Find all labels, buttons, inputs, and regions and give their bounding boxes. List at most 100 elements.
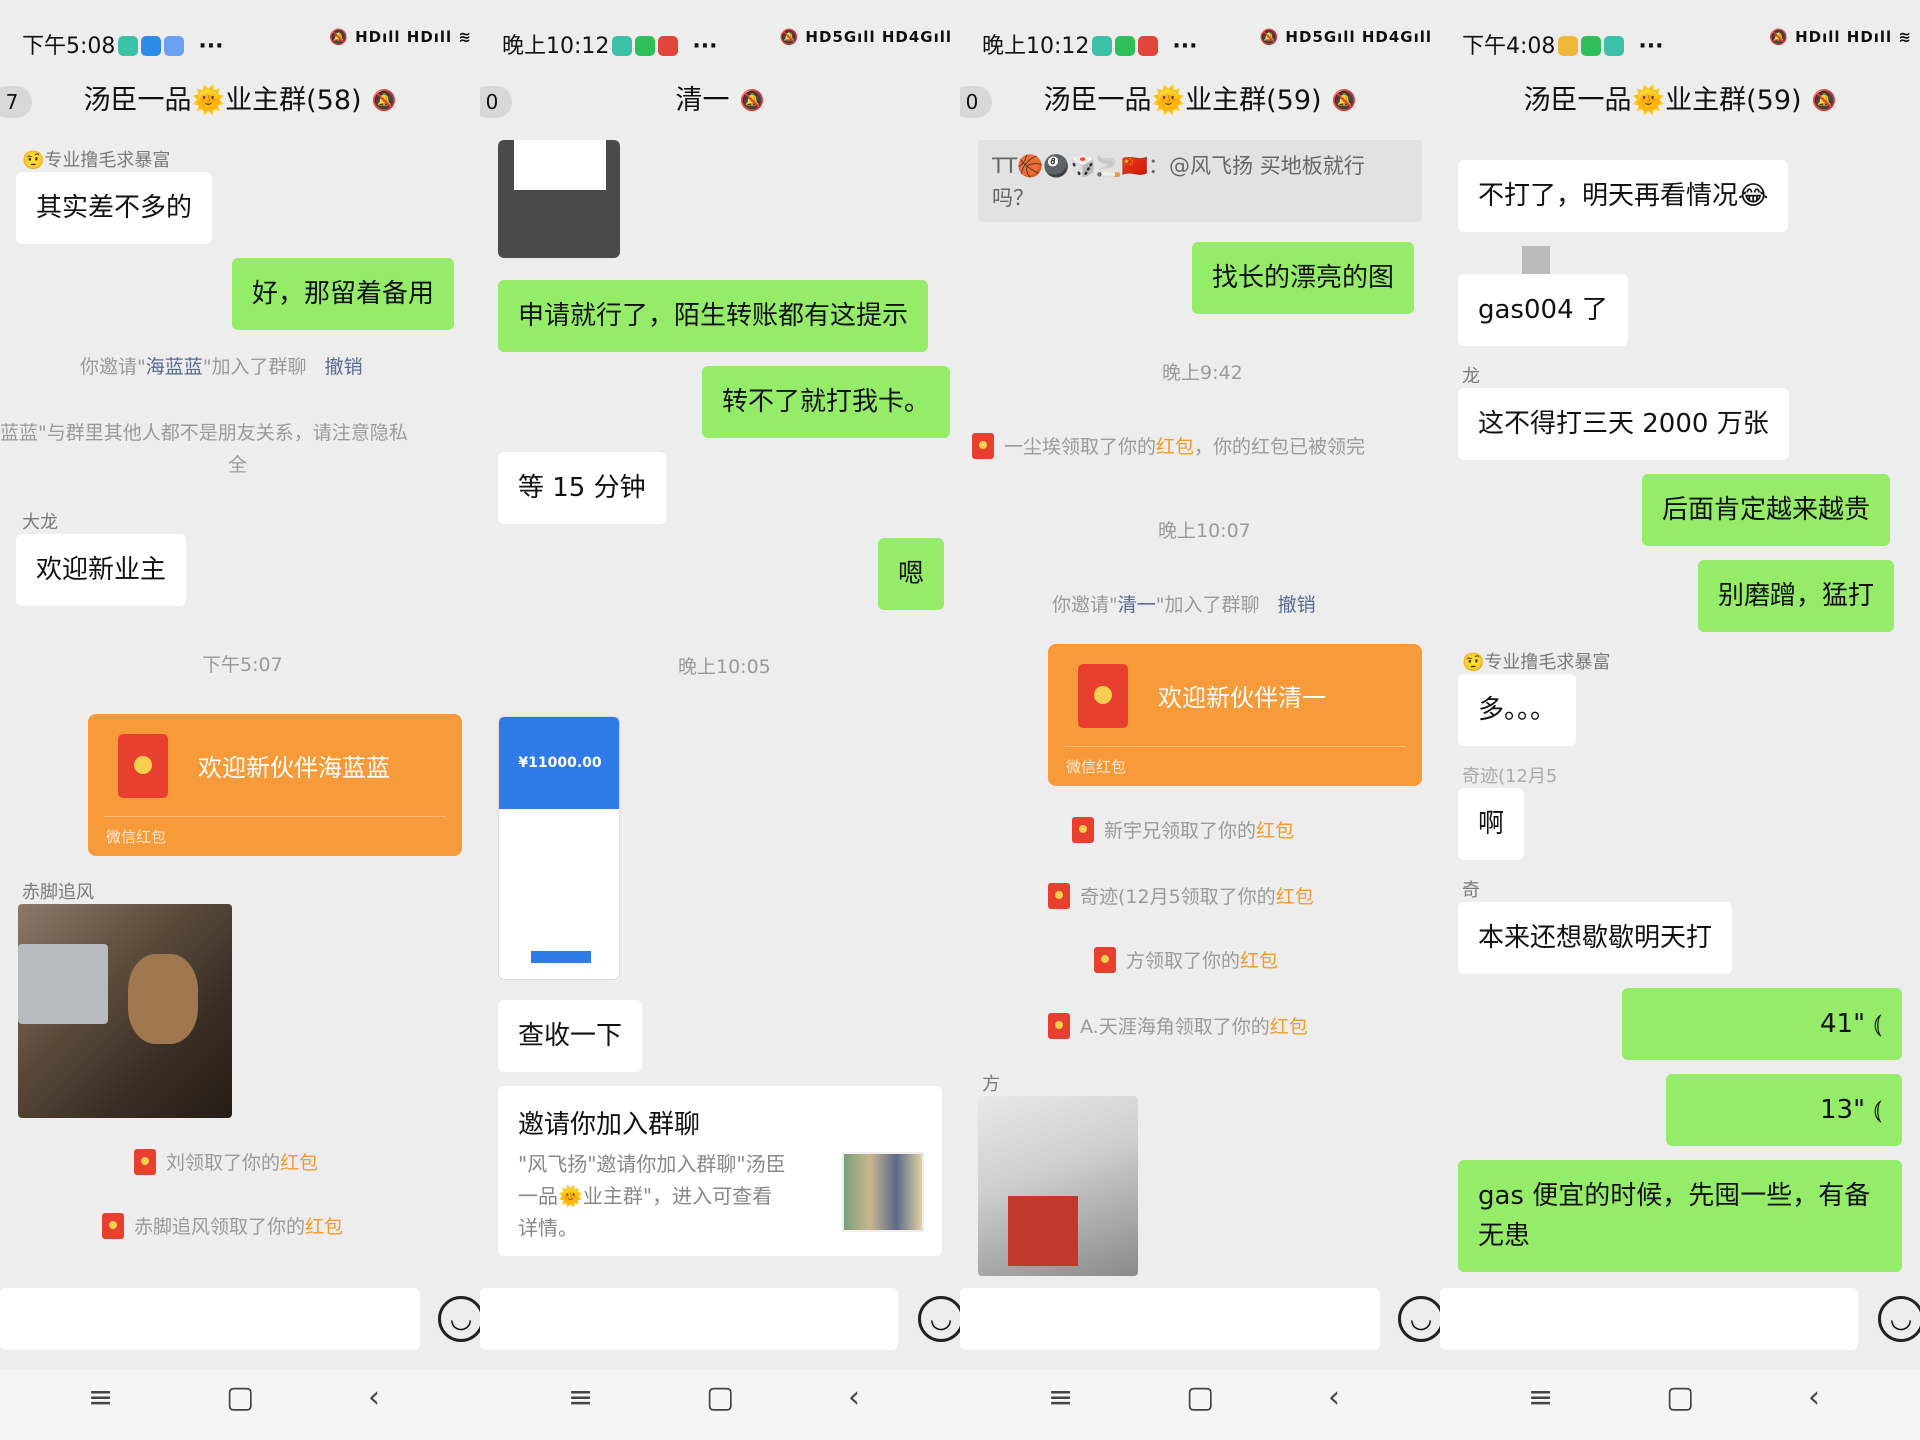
home-icon[interactable]: ▢: [1666, 1380, 1694, 1415]
chat-panel-3: 晚上10:12 ··· 🔕 HD5Gıll HD4Gıll 0 汤臣一品🌞业主群(59…: [960, 0, 1440, 1440]
chat-panel-4: 下午4:08 ··· 🔕 HDıll HDıll ≋ 汤臣一品🌞业主群(59) 🔕 不…: [1440, 0, 1920, 1440]
home-icon[interactable]: ▢: [706, 1380, 734, 1415]
chat-title: 汤臣一品🌞业主群(58): [83, 85, 362, 116]
undo-link[interactable]: 撤销: [325, 356, 363, 378]
transfer-screenshot-image[interactable]: ¥11000.00: [498, 716, 620, 980]
red-packet-icon: [1078, 664, 1128, 728]
menu-icon[interactable]: ≡: [1528, 1380, 1553, 1415]
status-bar: 晚上10:12 ··· 🔕 HD5Gıll HD4Gıll: [502, 28, 952, 59]
message-bubble[interactable]: 等 15 分钟: [498, 452, 666, 524]
red-packet-title: 欢迎新伙伴清一: [1158, 684, 1326, 712]
status-time: 晚上10:12: [982, 34, 1090, 59]
message-bubble[interactable]: 这不得打三天 2000 万张: [1458, 388, 1789, 460]
message-bubble[interactable]: 找长的漂亮的图: [1192, 242, 1415, 314]
red-packet-card[interactable]: 欢迎新伙伴海蓝蓝 微信红包: [88, 714, 462, 856]
message-bubble[interactable]: 转不了就打我卡。: [702, 366, 951, 438]
sender-name: 龙: [1462, 366, 1480, 387]
sender-name: 🤨专业撸毛求暴富: [22, 150, 171, 171]
mute-bell-icon: 🔕: [1811, 88, 1837, 112]
message-bubble[interactable]: 申请就行了，陌生转账都有这提示: [498, 280, 929, 352]
message-bubble[interactable]: gas004 了: [1458, 274, 1628, 346]
quoted-message[interactable]: TT🏀🎱🎲🚬🇨🇳：@风飞扬 买地板就行 吗？: [978, 140, 1422, 222]
red-packet-card[interactable]: 欢迎新伙伴清一 微信红包: [1048, 644, 1422, 786]
mute-bell-icon: 🔕: [371, 88, 397, 112]
chat-panel-1: 下午5:08 ··· 🔕 HDıll HDıll ≋ 7 汤臣一品🌞业主群(58) 🔕 …: [0, 0, 480, 1440]
red-packet-icon: [102, 1213, 124, 1239]
smile-icon[interactable]: ◡: [438, 1296, 480, 1342]
sender-name: 🤨专业撸毛求暴富: [1462, 652, 1611, 673]
system-notice-cont: 全: [228, 454, 248, 476]
message-bubble[interactable]: 后面肯定越来越贵: [1642, 474, 1891, 546]
menu-icon[interactable]: ≡: [88, 1380, 113, 1415]
message-bubble[interactable]: 不打了，明天再看情况😂: [1458, 160, 1789, 232]
message-bubble[interactable]: 嗯: [878, 538, 945, 610]
signal-icons: 🔕 HDıll HDıll ≋: [1769, 28, 1912, 46]
blurred-avatar: [1522, 246, 1550, 274]
chat-title: 汤臣一品🌞业主群(59): [1043, 85, 1322, 116]
message-input[interactable]: [1440, 1288, 1858, 1350]
nav-bar: ≡ ▢ ‹: [960, 1370, 1440, 1440]
sender-name: 大龙: [22, 512, 58, 533]
red-packet-received: 方领取了你的红包: [1094, 946, 1278, 973]
red-packet-icon: [1048, 1013, 1070, 1039]
voice-message[interactable]: 13" ⦅: [1666, 1074, 1902, 1146]
voice-message[interactable]: 41" ⦅: [1622, 988, 1902, 1060]
timestamp: 下午5:07: [202, 654, 283, 676]
chat-title: 清一: [675, 85, 730, 116]
timestamp: 晚上9:42: [1162, 362, 1243, 384]
back-icon[interactable]: ‹: [1808, 1380, 1820, 1415]
back-icon[interactable]: ‹: [368, 1380, 380, 1415]
chat-header: 7 汤臣一品🌞业主群(58) 🔕: [0, 78, 480, 124]
message-bubble[interactable]: 其实差不多的: [16, 172, 213, 244]
unread-badge[interactable]: 7: [0, 86, 32, 118]
smile-icon[interactable]: ◡: [1398, 1296, 1440, 1342]
chat-header: 0 汤臣一品🌞业主群(59) 🔕: [960, 78, 1440, 124]
invite-desc: "风飞扬"邀请你加入群聊"汤臣 一品🌞业主群"，进入可查看 详情。: [518, 1152, 786, 1240]
status-bar: 晚上10:12 ··· 🔕 HD5Gıll HD4Gıll: [982, 28, 1432, 59]
chat-title: 汤臣一品🌞业主群(59): [1523, 85, 1802, 116]
group-avatar-grid: [842, 1152, 924, 1232]
voice-wave-icon: ⦅: [1873, 1095, 1882, 1125]
voice-wave-icon: ⦅: [1873, 1009, 1882, 1039]
message-bubble[interactable]: 多。。。: [1458, 674, 1577, 746]
mute-bell-icon: 🔕: [739, 88, 765, 112]
sender-name: 方: [982, 1074, 1000, 1095]
unread-badge[interactable]: 0: [960, 86, 992, 118]
back-icon[interactable]: ‹: [848, 1380, 860, 1415]
message-bubble[interactable]: 查收一下: [498, 1000, 643, 1072]
status-bar: 下午4:08 ··· 🔕 HDıll HDıll ≋: [1462, 28, 1912, 59]
message-bubble[interactable]: 本来还想歇歇明天打: [1458, 902, 1733, 974]
message-input[interactable]: [0, 1288, 420, 1350]
photo-image[interactable]: [978, 1096, 1138, 1276]
home-icon[interactable]: ▢: [1186, 1380, 1214, 1415]
photo-monkey-image[interactable]: [18, 904, 232, 1118]
home-icon[interactable]: ▢: [226, 1380, 254, 1415]
system-invite: 你邀请"海蓝蓝"加入了群聊 撤销: [80, 356, 363, 378]
message-bubble[interactable]: 别磨蹭，猛打: [1698, 560, 1895, 632]
message-bubble[interactable]: 好，那留着备用: [232, 258, 455, 330]
unread-badge[interactable]: 0: [480, 86, 512, 118]
red-packet-icon: [134, 1149, 156, 1175]
status-bar: 下午5:08 ··· 🔕 HDıll HDıll ≋: [22, 28, 472, 59]
transfer-amount: ¥11000.00: [518, 755, 602, 771]
red-packet-received: 新宇兄领取了你的红包: [1072, 816, 1294, 843]
smile-icon[interactable]: ◡: [1878, 1296, 1920, 1342]
screenshot-image[interactable]: [498, 140, 620, 258]
nav-bar: ≡ ▢ ‹: [0, 1370, 480, 1440]
message-bubble[interactable]: 啊: [1458, 788, 1525, 860]
signal-icons: 🔕 HD5Gıll HD4Gıll: [779, 28, 952, 46]
back-icon[interactable]: ‹: [1328, 1380, 1340, 1415]
status-time: 下午5:08: [22, 34, 116, 59]
message-input[interactable]: [960, 1288, 1380, 1350]
undo-link[interactable]: 撤销: [1278, 594, 1316, 616]
sender-name: 奇迹(12月5: [1462, 766, 1558, 787]
sender-name: 奇: [1462, 880, 1480, 901]
menu-icon[interactable]: ≡: [1048, 1380, 1073, 1415]
red-packet-received: 奇迹(12月5领取了你的红包: [1048, 882, 1314, 909]
message-input[interactable]: [480, 1288, 898, 1350]
group-invite-card[interactable]: 邀请你加入群聊 "风飞扬"邀请你加入群聊"汤臣 一品🌞业主群"，进入可查看 详情。: [498, 1086, 942, 1256]
menu-icon[interactable]: ≡: [568, 1380, 593, 1415]
message-bubble[interactable]: 欢迎新业主: [16, 534, 187, 606]
smile-icon[interactable]: ◡: [918, 1296, 960, 1342]
message-bubble[interactable]: gas 便宜的时候，先囤一些，有备 无患: [1458, 1160, 1902, 1272]
